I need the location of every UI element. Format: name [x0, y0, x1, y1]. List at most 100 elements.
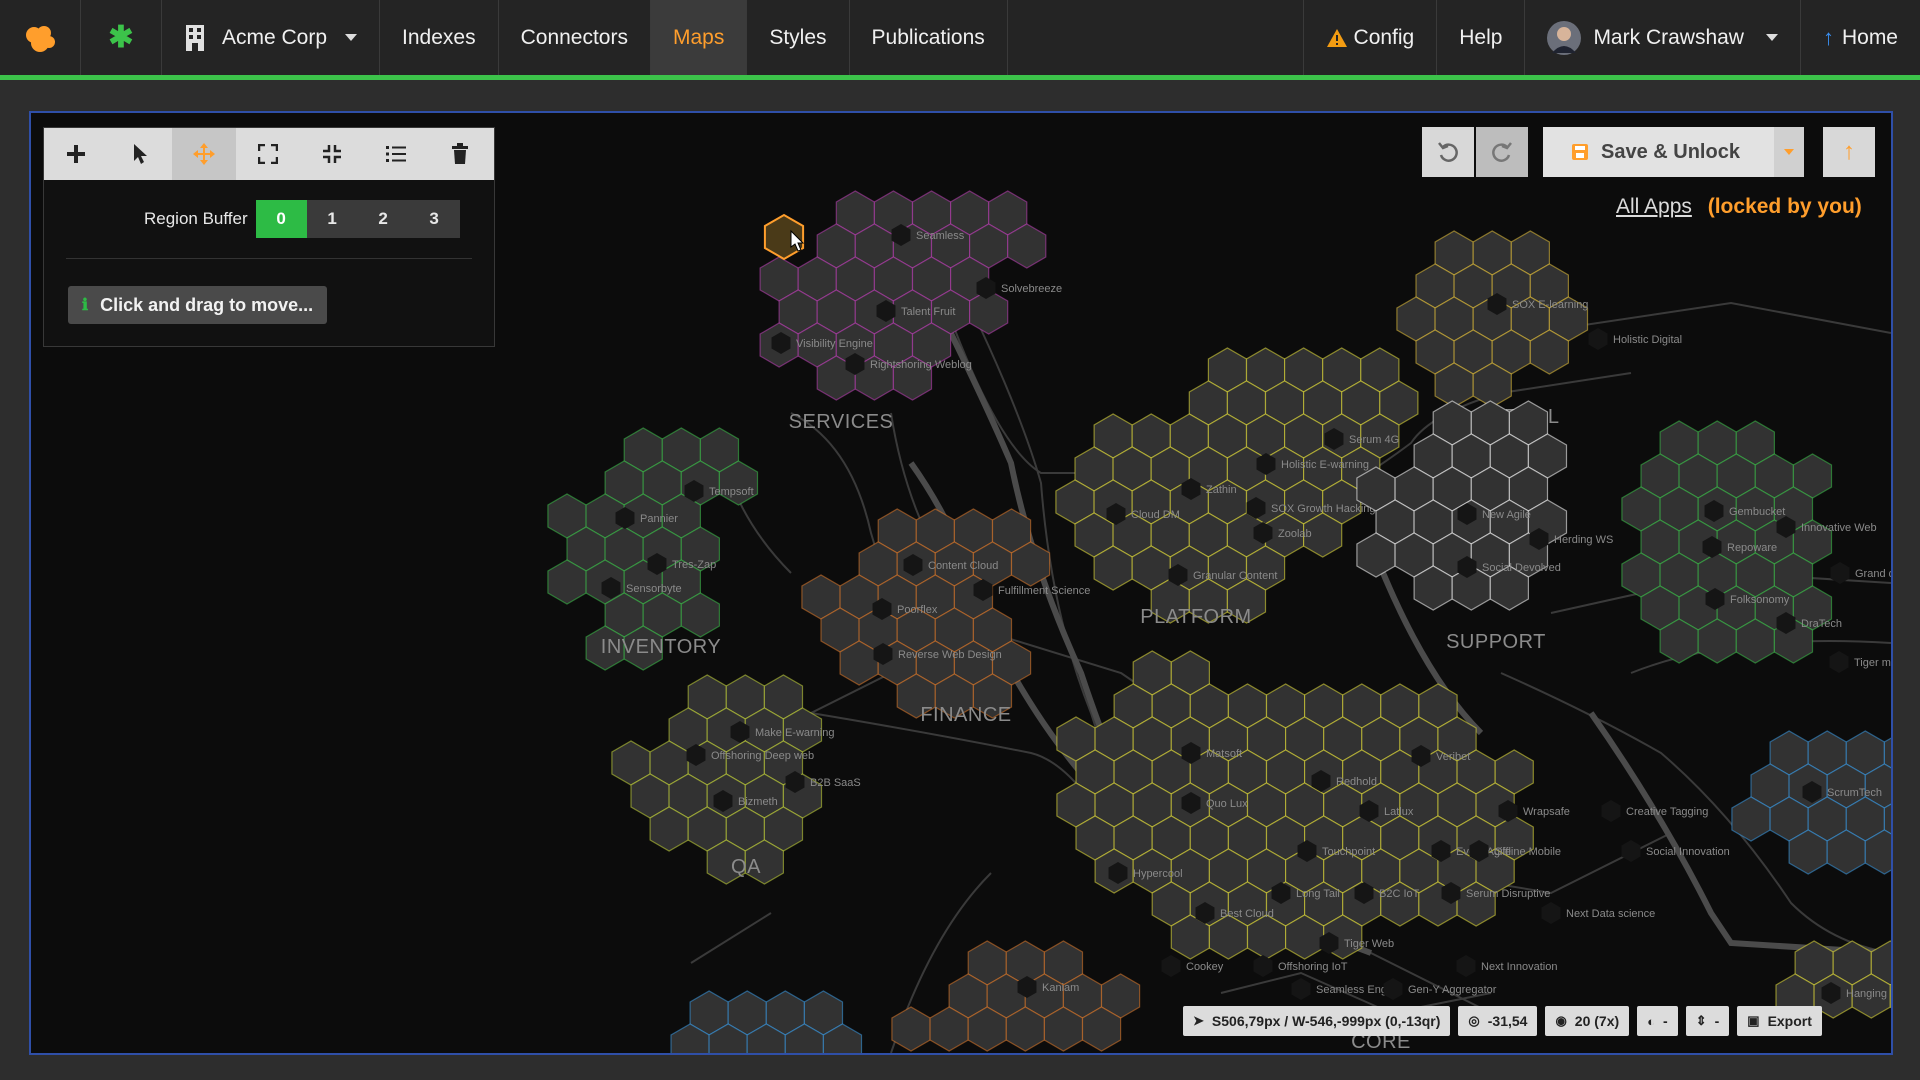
export-button[interactable]: ▣ Export [1737, 1006, 1822, 1036]
node-label: SOX Growth Hacking [1271, 503, 1376, 515]
buffer-option-1[interactable]: 1 [306, 200, 358, 238]
expand-tool[interactable] [236, 128, 300, 180]
node-label: Fulfillment Science [998, 585, 1090, 597]
node-label: Hanging Front-end [1846, 988, 1891, 1000]
node-label: Tres-Zap [672, 559, 716, 571]
compass-toggle[interactable]: ◐ - [1637, 1006, 1678, 1036]
region-label: SERVICES [789, 411, 894, 433]
undo-icon [1438, 142, 1458, 162]
delete-tool[interactable] [428, 128, 492, 180]
node-label: Wrapsafe [1523, 806, 1570, 818]
save-icon: ▣ [1747, 1013, 1760, 1028]
org-selector[interactable]: Acme Corp [162, 0, 381, 75]
region-inventory[interactable]: Tempsoft Pannier Tres-Zap Sensorbyte INVENTO… [547, 427, 759, 671]
region-label: QA [731, 856, 761, 878]
map-node[interactable] [1161, 955, 1181, 977]
compass-icon: ◐ [1647, 1013, 1656, 1029]
node-label: ScrumTech [1827, 787, 1882, 799]
node-label: Best Cloud [1220, 908, 1274, 920]
node-label: Offline Mobile [1494, 846, 1561, 858]
node-label: Creative Tagging [1626, 806, 1708, 818]
region-east[interactable]: Gembucket Innovative Web Repoware Grand dat… [1621, 420, 1891, 673]
arrow-up-icon: ↑ [1822, 24, 1834, 50]
node-label: Repoware [1727, 542, 1777, 554]
region-legal[interactable]: SOX E-learningHolistic DigitalLEGAL [1396, 230, 1682, 428]
all-apps-link[interactable]: All Apps [1616, 195, 1692, 218]
nav-connectors[interactable]: Connectors [499, 0, 651, 75]
node-label: Gembucket [1729, 506, 1785, 518]
node-label: Reverse Web Design [898, 649, 1002, 661]
home-button[interactable]: ↑ Home [1799, 0, 1920, 75]
buffer-option-3[interactable]: 3 [408, 200, 460, 238]
zoom-level[interactable]: ◉ 20 (7x) [1545, 1006, 1630, 1036]
map-node[interactable] [1253, 955, 1273, 977]
undo-button[interactable] [1422, 127, 1474, 177]
region-services[interactable]: Seamless Solvebreeze Talent Fruit Visibilit… [759, 190, 1062, 433]
map-node[interactable] [1383, 978, 1403, 1000]
region-buffer-row: Region Buffer 0 1 2 3 [44, 200, 494, 238]
node-label: Gen-Y Aggregator [1408, 984, 1497, 996]
map-node[interactable] [1601, 800, 1621, 822]
node-label: Make E-warning [755, 727, 834, 739]
user-menu[interactable]: Mark Crawshaw [1524, 0, 1800, 75]
avatar [1547, 20, 1582, 55]
publish-up-button[interactable]: ↑ [1823, 127, 1875, 177]
panel-divider [66, 258, 472, 259]
node-label: Poorflex [897, 604, 938, 616]
asterisk-button[interactable]: ✱ [81, 0, 162, 75]
nav-indexes[interactable]: Indexes [380, 0, 499, 75]
redo-icon [1492, 142, 1512, 162]
map-canvas[interactable]: Seamless Solvebreeze Talent Fruit Visibilit… [29, 111, 1893, 1055]
map-node[interactable] [1588, 328, 1608, 350]
node-label: Long Tail [1296, 888, 1340, 900]
nav-maps[interactable]: Maps [650, 0, 748, 75]
info-icon: ℹ [82, 297, 89, 314]
map-node[interactable] [1829, 651, 1849, 673]
lock-status: All Apps (locked by you) [1616, 195, 1862, 219]
save-unlock-button[interactable]: Save & Unlock [1543, 127, 1774, 177]
locked-status-text: (locked by you) [1707, 195, 1862, 218]
node-label: Matsoft [1206, 748, 1242, 760]
move-tool[interactable] [172, 128, 236, 180]
expand-icon [258, 144, 278, 164]
zoom-level-text: 20 (7x) [1574, 1013, 1620, 1029]
node-label: Granular Content [1193, 570, 1277, 582]
help-button[interactable]: Help [1436, 0, 1524, 75]
trash-icon [452, 143, 468, 164]
target-position[interactable]: ◎ -31,54 [1458, 1006, 1538, 1036]
node-label: Redhold [1336, 776, 1377, 788]
map-node[interactable] [1456, 955, 1476, 977]
warning-icon [1326, 28, 1347, 47]
node-label: Quo Lux [1206, 798, 1248, 810]
list-tool[interactable] [364, 128, 428, 180]
nav-publications[interactable]: Publications [850, 0, 1008, 75]
top-nav-bar: ✱ Acme Corp Indexes Connectors Maps Styl… [0, 0, 1920, 80]
cursor-position: ➤ S506,79px / W-546,-999px (0,-13qr) [1183, 1006, 1451, 1036]
node-label: Zoolab [1278, 528, 1312, 540]
region-partial[interactable] [891, 940, 1141, 1052]
node-label: Offshoring Deep web [711, 750, 814, 762]
region-label: PLATFORM [1140, 606, 1251, 628]
region-partial[interactable] [670, 990, 863, 1053]
save-options-dropdown[interactable] [1774, 127, 1804, 177]
map-node[interactable] [1291, 978, 1311, 1000]
select-tool[interactable] [108, 128, 172, 180]
building-icon [186, 24, 204, 51]
eye-icon: ◉ [1555, 1013, 1567, 1028]
map-node[interactable] [1621, 840, 1641, 862]
node-label: Cookey [1186, 961, 1224, 973]
redo-button[interactable] [1476, 127, 1528, 177]
node-label: Next Data science [1566, 908, 1655, 920]
buffer-option-2[interactable]: 2 [357, 200, 409, 238]
sort-toggle[interactable]: ⇕ - [1685, 1006, 1730, 1036]
user-name: Mark Crawshaw [1593, 25, 1744, 49]
add-tool[interactable] [44, 128, 108, 180]
nav-styles[interactable]: Styles [747, 0, 850, 75]
app-logo[interactable] [0, 0, 81, 75]
buffer-option-0[interactable]: 0 [255, 200, 307, 238]
target-position-text: -31,54 [1487, 1013, 1528, 1029]
config-button[interactable]: Config [1302, 0, 1437, 75]
collapse-tool[interactable] [300, 128, 364, 180]
pointer-icon [134, 144, 147, 164]
map-node[interactable] [1541, 902, 1561, 924]
